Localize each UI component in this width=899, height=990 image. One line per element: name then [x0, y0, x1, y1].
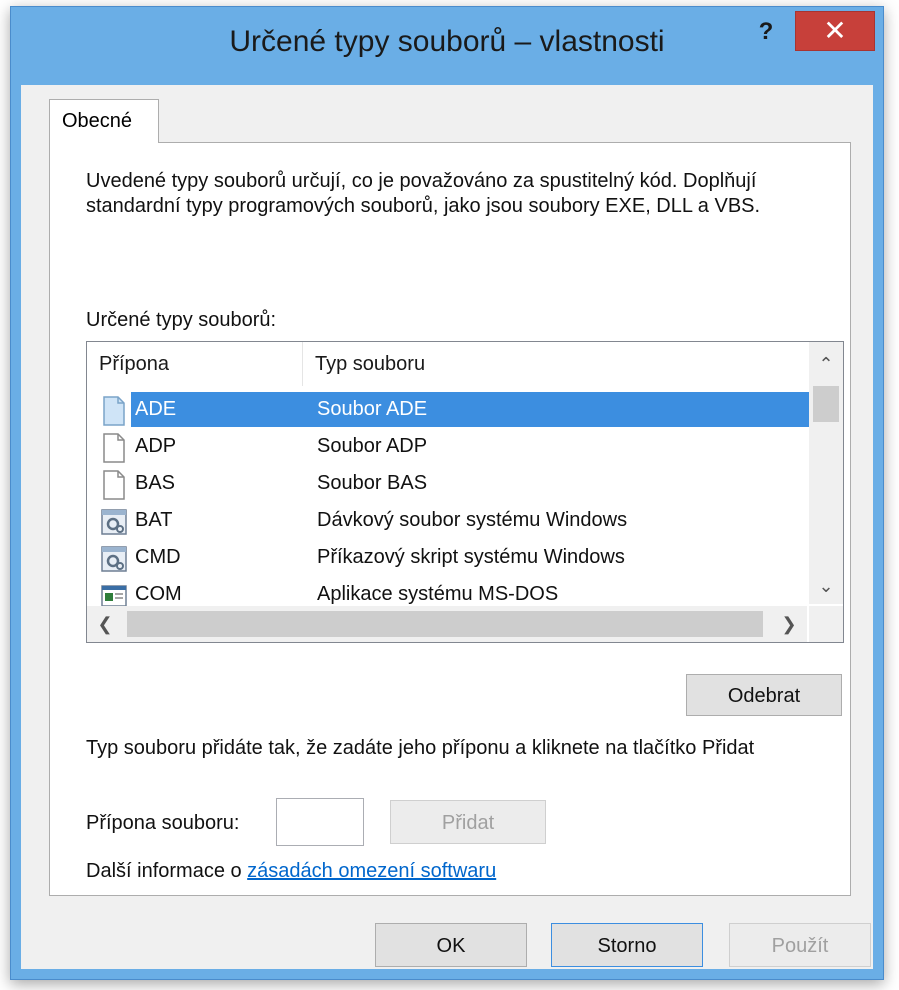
description-text: Uvedené typy souborů určují, co je považ… [86, 170, 761, 217]
file-types-list[interactable]: Přípona Typ souboru ADE Soubor ADE ADP S… [86, 341, 844, 643]
extension-field-label: Přípona souboru: [86, 812, 240, 834]
blank-file-icon [103, 470, 125, 500]
scroll-down-icon[interactable]: ⌄ [809, 568, 843, 604]
tab-general[interactable]: Obecné [49, 99, 159, 143]
row-type: Soubor ADE [303, 392, 807, 427]
help-button[interactable]: ? [749, 17, 783, 47]
batch-gear-icon [101, 546, 127, 572]
software-restriction-policies-link[interactable]: zásadách omezení softwaru [247, 860, 496, 882]
row-extension: CMD [135, 546, 181, 568]
list-header: Přípona Typ souboru [87, 342, 807, 386]
scroll-right-icon[interactable]: ❯ [771, 606, 807, 642]
properties-dialog: Určené typy souborů – vlastnosti ? ✕ Obe… [10, 6, 884, 980]
list-rows: ADE Soubor ADE ADP Soubor ADP BAS Soubor… [87, 392, 811, 614]
ok-button[interactable]: OK [375, 923, 527, 967]
row-type: Dávkový soubor systému Windows [317, 509, 628, 531]
add-button[interactable]: Přidat [390, 800, 546, 844]
batch-gear-icon [101, 509, 127, 535]
general-tab-panel: Uvedené typy souborů určují, co je považ… [49, 142, 851, 896]
more-info-line: Další informace o zásadách omezení softw… [86, 860, 496, 883]
title-bar[interactable]: Určené typy souborů – vlastnosti ? ✕ [11, 7, 883, 85]
row-type: Příkazový skript systému Windows [317, 546, 625, 568]
blank-file-icon [103, 396, 125, 426]
row-extension: BAS [135, 472, 176, 494]
row-extension: BAT [135, 509, 173, 531]
column-header-extension[interactable]: Přípona [87, 342, 303, 386]
list-item[interactable]: BAS Soubor BAS [87, 466, 807, 503]
row-type: Soubor ADP [317, 435, 428, 457]
vertical-scroll-thumb[interactable] [813, 386, 839, 422]
list-item[interactable]: BAT Dávkový soubor systému Windows [87, 503, 807, 540]
dialog-client-area: Obecné Uvedené typy souborů určují, co j… [21, 85, 873, 969]
close-button[interactable]: ✕ [795, 11, 875, 51]
remove-button[interactable]: Odebrat [686, 674, 842, 716]
row-type: Soubor BAS [317, 472, 428, 494]
add-help-text: Typ souboru přidáte tak, že zadáte jeho … [86, 737, 755, 759]
row-extension: ADP [135, 435, 177, 457]
scroll-up-icon[interactable]: ⌃ [809, 346, 843, 382]
extension-input[interactable] [276, 798, 364, 846]
apply-button[interactable]: Použít [729, 923, 871, 967]
vertical-scrollbar[interactable]: ⌃ ⌄ [809, 342, 843, 604]
scroll-left-icon[interactable]: ❮ [87, 606, 123, 642]
horizontal-scrollbar[interactable]: ❮ ❯ [87, 606, 807, 642]
more-info-text: Další informace o [86, 860, 248, 882]
horizontal-scroll-thumb[interactable] [127, 611, 763, 637]
blank-file-icon [103, 433, 125, 463]
cancel-button[interactable]: Storno [551, 923, 703, 967]
list-item[interactable]: CMD Příkazový skript systému Windows [87, 540, 807, 577]
file-types-list-label: Určené typy souborů: [86, 309, 277, 331]
scrollbar-corner [809, 606, 843, 642]
list-item[interactable]: ADE Soubor ADE [87, 392, 811, 429]
column-header-type[interactable]: Typ souboru [303, 342, 807, 386]
list-item[interactable]: ADP Soubor ADP [87, 429, 807, 466]
